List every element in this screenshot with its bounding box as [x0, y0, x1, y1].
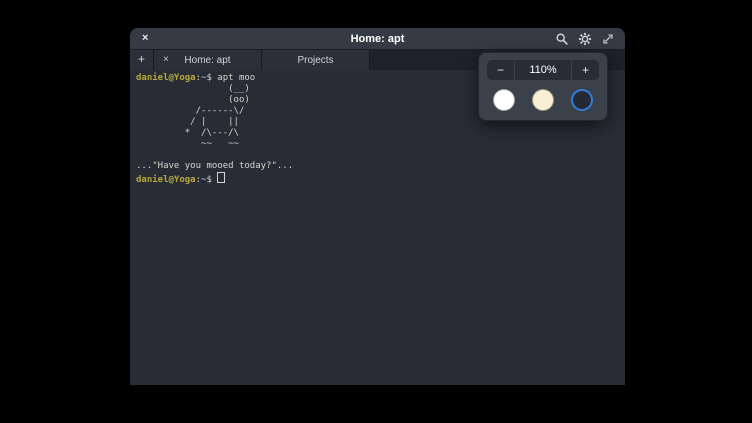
zoom-level: 110% [515, 60, 571, 80]
zoom-controls: − 110% + [487, 60, 599, 80]
expand-icon [601, 32, 615, 46]
theme-selector [487, 80, 599, 111]
tab-home-apt[interactable]: × Home: apt [154, 50, 262, 70]
zoom-out-button[interactable]: − [487, 60, 514, 80]
headerbar: × Home: apt [130, 28, 625, 50]
prompt-path: :~$ [196, 175, 218, 185]
search-button[interactable] [555, 32, 569, 46]
prompt-user: daniel@Yoga [136, 73, 196, 83]
theme-dark-button[interactable] [571, 89, 593, 111]
zoom-in-button[interactable]: + [572, 60, 599, 80]
search-icon [555, 32, 569, 46]
window-title: Home: apt [351, 33, 405, 45]
prompt-user: daniel@Yoga [136, 175, 196, 185]
command-text: apt moo [217, 73, 255, 83]
terminal-cursor [217, 172, 225, 183]
tab-projects[interactable]: Projects [262, 50, 370, 70]
gear-icon [578, 32, 592, 46]
tab-label: Projects [262, 55, 369, 66]
headerbar-actions [555, 32, 615, 46]
close-button[interactable]: × [142, 33, 148, 44]
settings-button[interactable] [578, 32, 592, 46]
tab-close-button[interactable]: × [163, 55, 169, 65]
prompt-path: :~$ [196, 73, 218, 83]
theme-light-button[interactable] [493, 89, 515, 111]
fullscreen-button[interactable] [601, 32, 615, 46]
tab-label: Home: apt [154, 55, 261, 66]
desktop-background: { "window": { "title": "Home: apt", "clo… [0, 0, 752, 423]
prompt-line: daniel@Yoga:~$ [136, 172, 619, 186]
theme-sepia-button[interactable] [532, 89, 554, 111]
new-tab-button[interactable]: + [130, 50, 154, 70]
preferences-popover: − 110% + [478, 52, 608, 121]
